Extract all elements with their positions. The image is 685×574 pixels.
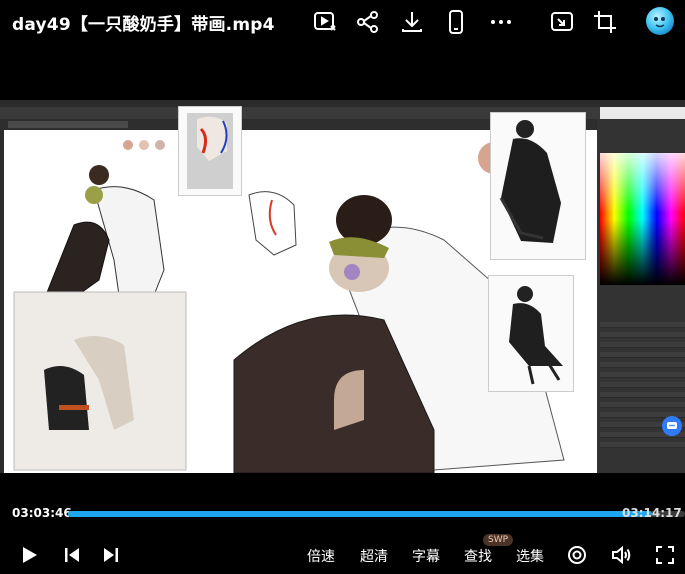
episodes-button[interactable]: 选集	[516, 546, 544, 566]
quality-button[interactable]: 超清	[360, 546, 388, 566]
volume-icon[interactable]	[610, 544, 632, 566]
search-button[interactable]: 查找	[464, 546, 492, 566]
reference-crouching-man	[490, 112, 586, 260]
ps-menubar	[0, 100, 685, 107]
play-list-icon[interactable]	[312, 9, 338, 35]
current-time: 03:03:46	[12, 506, 72, 520]
avatar-icon[interactable]	[645, 6, 675, 36]
phone-icon[interactable]	[443, 9, 469, 35]
fullscreen-icon[interactable]	[654, 544, 676, 566]
reference-sitting-man	[488, 275, 574, 392]
reference-head-model	[178, 106, 242, 196]
previous-button[interactable]	[61, 544, 83, 566]
subtitle-button[interactable]: 字幕	[412, 546, 440, 566]
download-icon[interactable]	[399, 9, 425, 35]
next-button[interactable]	[100, 544, 122, 566]
total-time: 03:14:17	[622, 506, 682, 520]
swp-badge: SWP	[483, 534, 514, 546]
video-player[interactable]	[0, 100, 685, 473]
chat-bubble-icon[interactable]	[662, 416, 682, 436]
play-button[interactable]	[18, 544, 40, 566]
pip-icon[interactable]	[549, 9, 575, 35]
share-icon[interactable]	[355, 9, 381, 35]
speed-button[interactable]: 倍速	[307, 546, 335, 566]
more-icon[interactable]	[488, 9, 514, 35]
target-icon[interactable]	[566, 544, 588, 566]
progress-fill[interactable]	[68, 511, 652, 517]
crop-icon[interactable]	[592, 9, 618, 35]
video-title: day49【一只酸奶手】带画.mp4	[12, 15, 275, 35]
